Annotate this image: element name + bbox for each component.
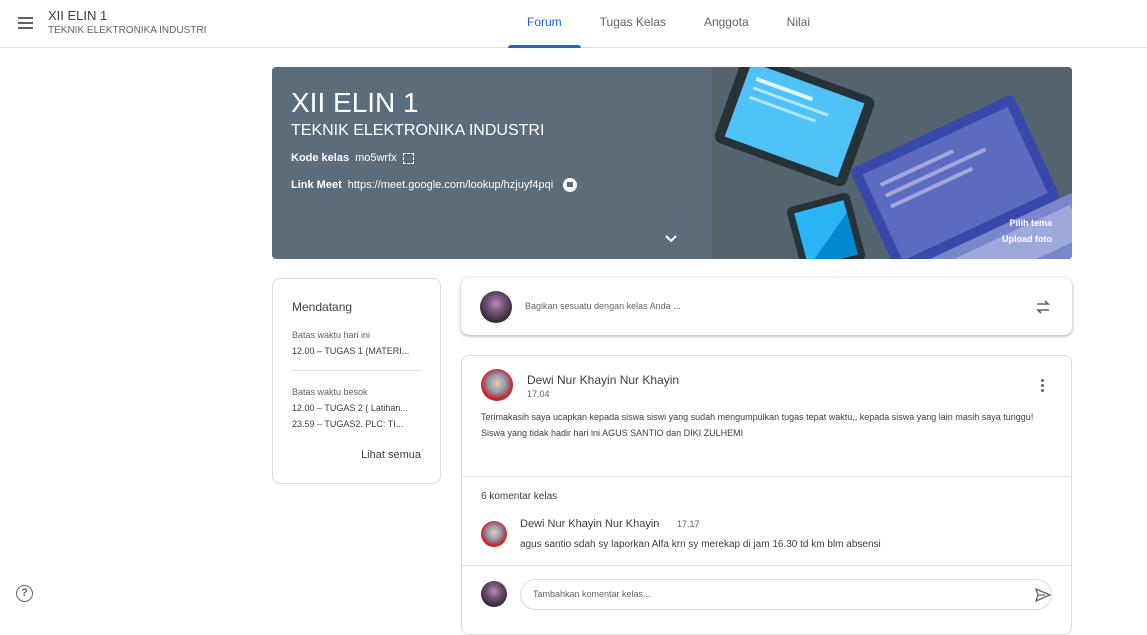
video-camera-icon[interactable]	[563, 178, 578, 192]
add-comment-input[interactable]: Tambahkan komentar kelas...	[520, 579, 1052, 610]
meet-link-row: Link Meet https://meet.google.com/lookup…	[291, 178, 578, 192]
send-icon[interactable]	[1035, 588, 1051, 602]
class-section: TEKNIK ELEKTRONIKA INDUSTRI	[48, 25, 207, 36]
choose-theme-button[interactable]: Pilih tema	[1002, 215, 1052, 231]
repost-icon[interactable]	[1034, 298, 1052, 316]
class-banner: XII ELIN 1 TEKNIK ELEKTRONIKA INDUSTRI K…	[272, 67, 1072, 259]
class-code-row: Kode kelas mo5wrfx	[291, 152, 414, 164]
fullscreen-icon[interactable]	[402, 152, 414, 164]
divider	[292, 370, 422, 371]
divider	[462, 565, 1071, 566]
meet-link-url[interactable]: https://meet.google.com/lookup/hzjuyf4pq…	[348, 179, 553, 191]
post-body: Terimakasih saya ucapkan kepada siswa si…	[481, 409, 1051, 441]
avatar	[480, 291, 512, 323]
due-tomorrow-label: Batas waktu besok	[292, 387, 368, 397]
upcoming-item[interactable]: 23.59 – TUGAS2. PLC: TI...	[292, 419, 421, 429]
tab-forum[interactable]: Forum	[508, 0, 581, 48]
post-body-line: Siswa yang tidak hadir hari ini AGUS SAN…	[481, 428, 744, 438]
comment-text: agus santio sdah sy laporkan Alfa krn sy…	[520, 539, 881, 550]
hamburger-menu-icon[interactable]	[14, 11, 38, 35]
banner-subtitle: TEKNIK ELEKTRONIKA INDUSTRI	[291, 122, 545, 139]
class-code-value: mo5wrfx	[355, 152, 397, 164]
announcement-post: Dewi Nur Khayin Nur Khayin 17.04 Terimak…	[461, 355, 1072, 635]
share-box[interactable]: Bagikan sesuatu dengan kelas Anda ...	[461, 278, 1072, 335]
due-today-label: Batas waktu hari ini	[292, 330, 371, 340]
upcoming-item[interactable]: 12.00 – TUGAS 2 ( Latihan...	[292, 403, 421, 413]
banner-actions: Pilih tema Upload foto	[1002, 215, 1052, 247]
comment-author: Dewi Nur Khayin Nur Khayin	[520, 518, 660, 530]
post-time: 17.04	[527, 389, 550, 399]
comments-count-link[interactable]: 6 komentar kelas	[481, 491, 557, 502]
share-input[interactable]: Bagikan sesuatu dengan kelas Anda ...	[525, 301, 681, 311]
upcoming-item[interactable]: 12.00 – TUGAS 1 (MATERI...	[292, 346, 421, 356]
top-bar: XII ELIN 1 TEKNIK ELEKTRONIKA INDUSTRI F…	[0, 0, 1147, 48]
author-avatar	[481, 369, 513, 401]
class-title[interactable]: XII ELIN 1	[48, 8, 107, 23]
upload-photo-button[interactable]: Upload foto	[1002, 231, 1052, 247]
meet-link-label: Link Meet	[291, 179, 342, 191]
post-body-line: Terimakasih saya ucapkan kepada siswa si…	[481, 412, 1034, 422]
chevron-down-icon[interactable]	[664, 232, 678, 246]
more-options-icon[interactable]	[1041, 379, 1045, 393]
upcoming-title: Mendatang	[292, 300, 353, 314]
help-icon[interactable]: ?	[16, 585, 33, 602]
tab-nilai[interactable]: Nilai	[768, 0, 829, 48]
divider	[462, 476, 1071, 477]
avatar	[481, 581, 507, 607]
tab-anggota[interactable]: Anggota	[685, 0, 768, 48]
banner-title: XII ELIN 1	[291, 87, 419, 118]
class-code-label: Kode kelas	[291, 152, 350, 164]
tab-bar: Forum Tugas Kelas Anggota Nilai	[508, 0, 829, 48]
upcoming-card: Mendatang Batas waktu hari ini 12.00 – T…	[272, 278, 441, 484]
see-all-link[interactable]: Lihat semua	[361, 449, 421, 461]
post-author: Dewi Nur Khayin Nur Khayin	[527, 373, 680, 387]
tab-tugas-kelas[interactable]: Tugas Kelas	[581, 0, 685, 48]
comment-time: 17.17	[677, 519, 700, 529]
comment-author-avatar	[481, 521, 507, 547]
